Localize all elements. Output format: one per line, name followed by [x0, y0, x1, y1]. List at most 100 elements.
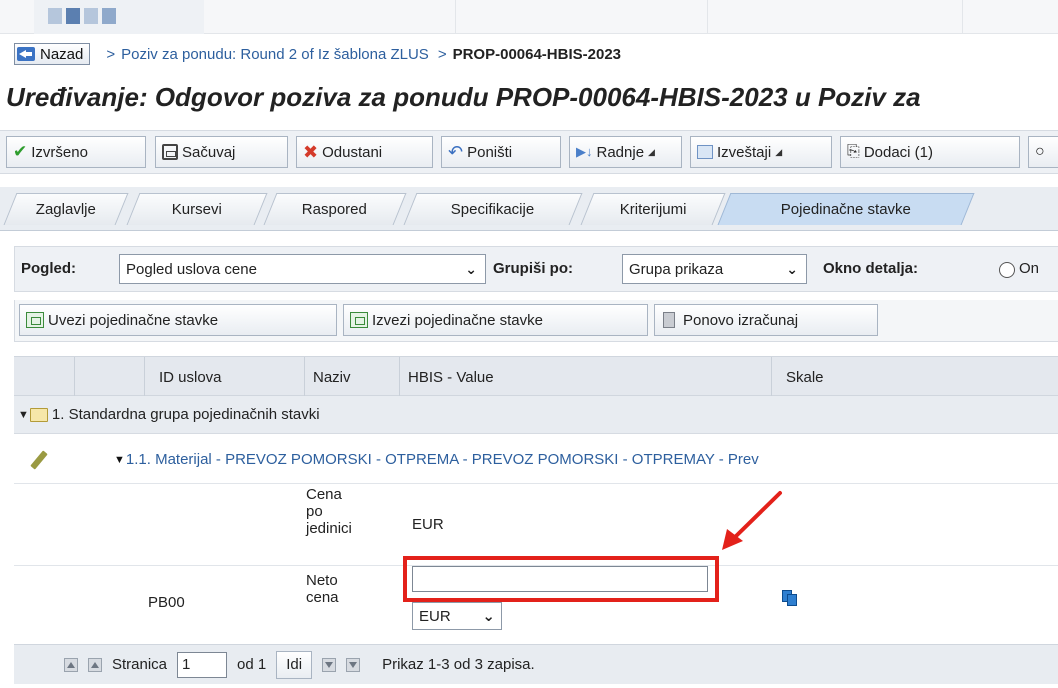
undo-button[interactable]: ↶ Poništi	[441, 136, 561, 168]
tab-header[interactable]: Zaglavlje	[3, 193, 129, 225]
detail-pane-on-radio[interactable]	[999, 262, 1015, 278]
group-row-label: 1. Standardna grupa pojedinačnih stavki	[51, 406, 320, 423]
header-divider	[707, 0, 708, 34]
page-count-label: od 1	[237, 656, 267, 673]
icon-column	[74, 357, 144, 397]
net-price-currency-select[interactable]: EUR ⌄	[412, 602, 502, 630]
report-icon	[697, 145, 713, 159]
breadcrumb-separator: >	[106, 45, 116, 63]
actions-menu-button[interactable]: ▶↓ Radnje ◢	[569, 136, 682, 168]
tab-label: Raspored	[302, 201, 368, 218]
label-line: Neto	[306, 572, 338, 589]
currency-select-value: EUR	[419, 607, 451, 625]
checkmark-icon: ✔	[13, 142, 28, 161]
go-button[interactable]: Idi	[276, 650, 313, 679]
previous-page-icon[interactable]	[88, 657, 102, 672]
unit-price-currency: EUR	[412, 516, 444, 533]
calculator-icon	[663, 312, 675, 328]
reports-menu-button[interactable]: Izveštaji ◢	[690, 136, 832, 168]
undo-icon: ↶	[448, 142, 464, 162]
chevron-down-icon: ⌄	[482, 608, 495, 625]
record-summary: Prikaz 1-3 od 3 zapisa.	[382, 656, 535, 673]
app-logo	[34, 0, 204, 34]
attachments-button-label: Dodaci (1)	[863, 143, 934, 161]
reports-button-label: Izveštaji	[717, 143, 772, 161]
line-item-row[interactable]: ▼ 1.1. Materijal - PREVOZ POMORSKI - OTP…	[14, 436, 1058, 484]
recalculate-button[interactable]: Ponovo izračunaj	[654, 304, 878, 336]
select-column	[14, 357, 74, 397]
line-item-action-bar: Uvezi pojedinačne stavke Izvezi pojedina…	[14, 300, 1058, 342]
page-title: Uređivanje: Odgovor poziva za ponudu PRO…	[6, 82, 921, 112]
tab-specifications[interactable]: Specifikacije	[403, 193, 583, 225]
line-item-label[interactable]: 1.1. Materijal - PREVOZ POMORSKI - OTPRE…	[126, 451, 759, 468]
grid-header: ID uslova Naziv HBIS - Value Skale	[14, 356, 1058, 397]
main-toolbar: ✔ Izvršeno Sačuvaj ✖ Odustani ↶ Poništi …	[0, 130, 1058, 174]
unit-price-row: Cena po jedinici EUR	[14, 486, 1058, 566]
export-icon	[350, 312, 368, 328]
attachment-icon: ⎘	[847, 143, 860, 160]
column-name[interactable]: Naziv	[304, 357, 399, 397]
group-by-select-value: Grupa prikaza	[629, 260, 724, 278]
view-select[interactable]: Pogled uslova cene ⌄	[119, 254, 486, 284]
group-row[interactable]: ▼ 1. Standardna grupa pojedinačnih stavk…	[14, 396, 1058, 434]
net-price-label: Neto cena	[306, 572, 339, 606]
tab-criteria[interactable]: Kriterijumi	[580, 193, 726, 225]
header-strip	[0, 0, 1058, 34]
column-hbis-value[interactable]: HBIS - Value	[399, 357, 771, 397]
expand-triangle-icon[interactable]: ▼	[114, 454, 125, 466]
back-button[interactable]: Nazad	[14, 43, 91, 65]
detail-pane-label: Okno detalja:	[823, 260, 919, 277]
tab-label: Pojedinačne stavke	[780, 201, 911, 218]
cancel-button[interactable]: ✖ Odustani	[296, 136, 433, 168]
group-by-select[interactable]: Grupa prikaza ⌄	[622, 254, 807, 284]
breadcrumb: Nazad > Poziv za ponudu: Round 2 of Iz š…	[14, 42, 621, 66]
import-icon	[26, 312, 44, 328]
page-label: Stranica	[112, 656, 168, 673]
done-button[interactable]: ✔ Izvršeno	[6, 136, 146, 168]
search-icon: ○	[1035, 143, 1045, 160]
export-line-items-button[interactable]: Izvezi pojedinačne stavke	[343, 304, 648, 336]
column-condition-id[interactable]: ID uslova	[144, 357, 304, 397]
scales-icon[interactable]	[782, 590, 798, 606]
undo-button-label: Poništi	[467, 143, 513, 161]
breadcrumb-current: PROP-00064-HBIS-2023	[452, 45, 622, 63]
view-label: Pogled:	[21, 260, 76, 277]
import-line-items-button[interactable]: Uvezi pojedinačne stavke	[19, 304, 337, 336]
import-button-label: Uvezi pojedinačne stavke	[48, 311, 219, 329]
chevron-down-icon: ⌄	[786, 261, 798, 277]
next-page-icon[interactable]	[322, 657, 337, 672]
save-button-label: Sačuvaj	[182, 143, 236, 161]
last-page-icon[interactable]	[346, 657, 361, 672]
condition-id: PB00	[148, 594, 185, 611]
attachments-button[interactable]: ⎘ Dodaci (1)	[840, 136, 1020, 168]
pager: Stranica 1 od 1 Idi Prikaz 1-3 od 3 zapi…	[14, 644, 1058, 684]
edit-pencil-icon[interactable]	[30, 450, 48, 470]
save-button[interactable]: Sačuvaj	[155, 136, 288, 168]
header-divider	[962, 0, 963, 34]
page-number-input[interactable]: 1	[177, 651, 228, 678]
recalculate-button-label: Ponovo izračunaj	[683, 311, 799, 329]
label-line: cena	[306, 589, 339, 606]
folder-icon	[29, 407, 48, 422]
view-select-value: Pogled uslova cene	[126, 260, 257, 278]
breadcrumb-separator: >	[437, 45, 447, 63]
dropdown-caret-icon: ◢	[775, 146, 783, 157]
highlight-box	[403, 556, 719, 602]
column-scales[interactable]: Skale	[771, 357, 1058, 397]
group-by-label: Grupiši po:	[493, 260, 573, 277]
tab-schedule[interactable]: Raspored	[263, 193, 407, 225]
cancel-x-icon: ✖	[303, 142, 319, 162]
back-button-label: Nazad	[40, 45, 84, 63]
actions-button-label: Radnje	[596, 143, 645, 161]
first-page-icon[interactable]	[64, 657, 78, 672]
label-line: jedinici	[306, 520, 352, 537]
expand-triangle-icon[interactable]: ▼	[18, 409, 29, 421]
tab-currencies[interactable]: Kursevi	[126, 193, 268, 225]
tab-label: Kursevi	[171, 201, 222, 218]
search-button[interactable]: ○	[1028, 136, 1058, 168]
tab-label: Specifikacije	[451, 201, 535, 218]
breadcrumb-link-rfx[interactable]: Poziv za ponudu: Round 2 of Iz šablona Z…	[121, 46, 429, 63]
dropdown-caret-icon: ◢	[648, 146, 655, 157]
tab-label: Zaglavlje	[35, 201, 96, 218]
tab-line-items[interactable]: Pojedinačne stavke	[717, 193, 975, 225]
